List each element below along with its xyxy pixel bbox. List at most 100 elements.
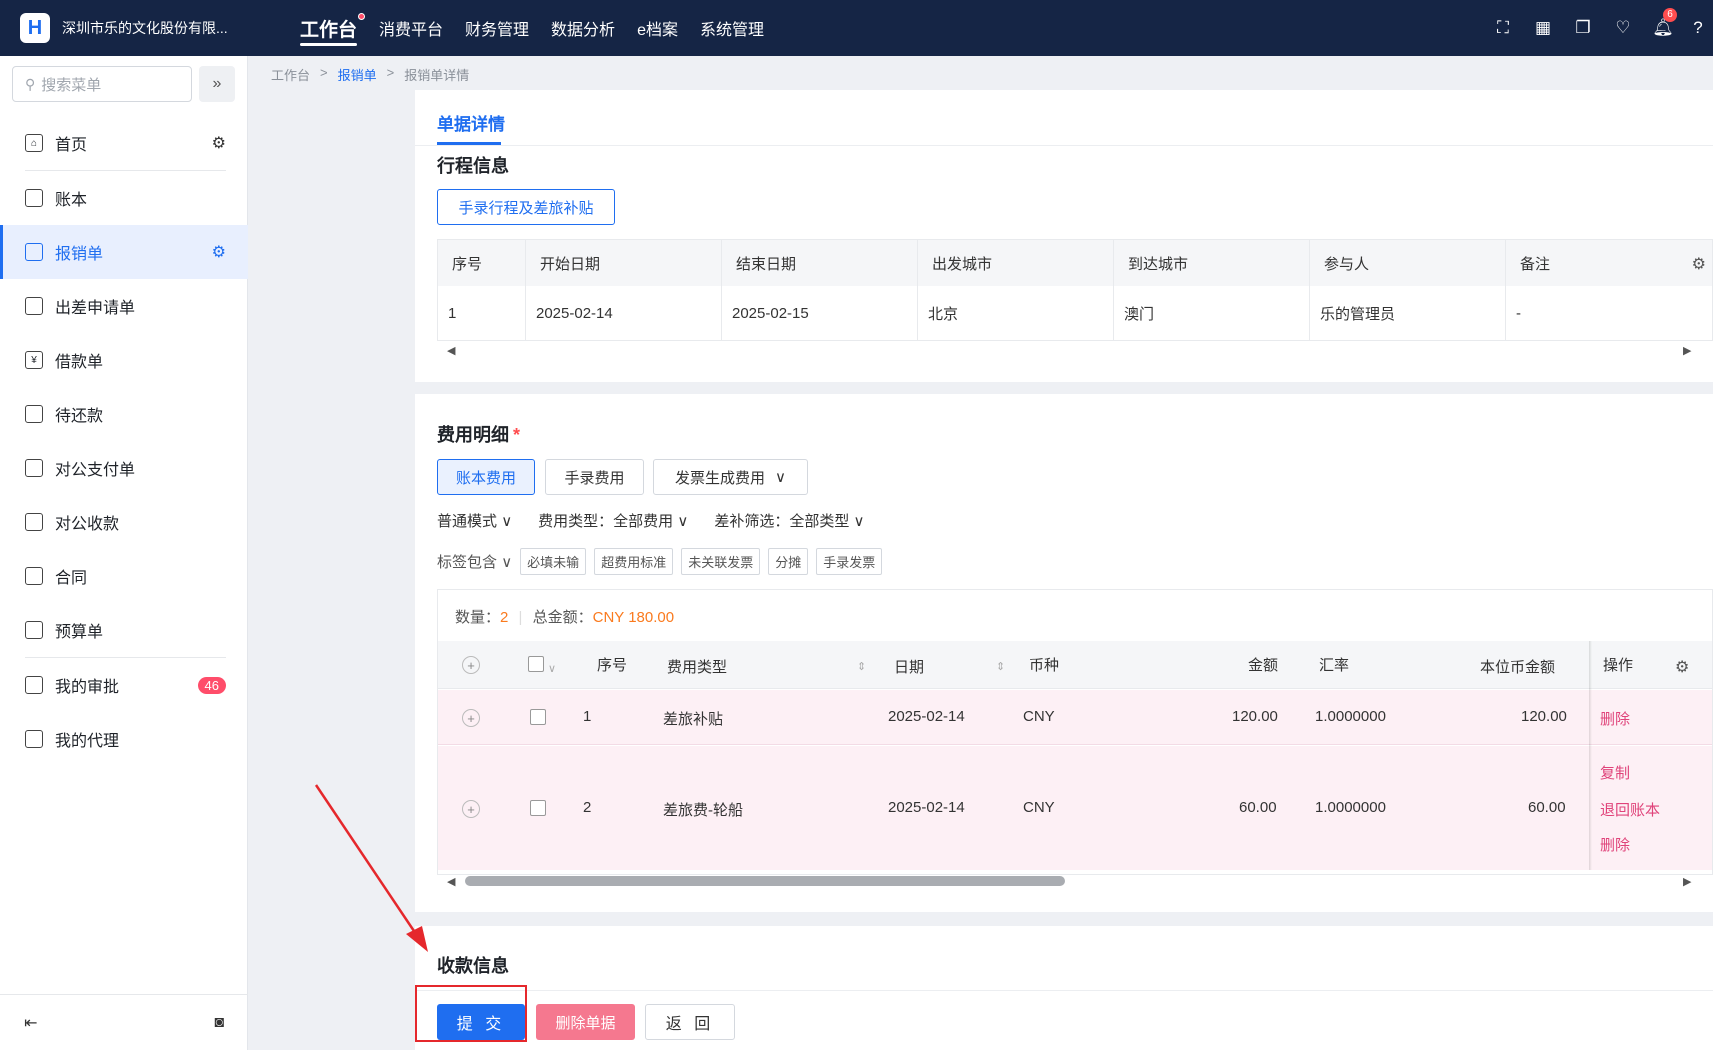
trip-cell-to: 澳门 (1114, 286, 1310, 340)
exp-cell-no: 2 (583, 799, 592, 816)
expense-summary: 数量：2 | 总金额：CNY 180.00 (455, 609, 675, 626)
gear-icon[interactable]: ⚙ (212, 133, 226, 153)
expense-scroll-left[interactable]: ◀ (447, 875, 455, 888)
trip-cell-no: 1 (438, 286, 526, 340)
copy-link[interactable]: 复制 (1600, 762, 1630, 783)
row-checkbox[interactable] (530, 709, 546, 729)
mode-filter[interactable]: 普通模式 ∨ (437, 510, 512, 531)
edit-doc-icon (25, 243, 43, 261)
payee-section-title: 收款信息 (437, 956, 509, 976)
gear-icon[interactable]: ⚙ (212, 242, 226, 262)
trip-th-remark: 备注 (1506, 240, 1712, 286)
nav-red-dot (358, 13, 366, 20)
breadcrumb-reimbursement[interactable]: 报销单 (338, 65, 377, 84)
expense-scroll-right[interactable]: ▶ (1683, 875, 1691, 888)
tag-include-filter[interactable]: 标签包含 ∨ (437, 551, 512, 572)
help-icon[interactable]: ? (1683, 18, 1713, 38)
trip-scroll-right[interactable]: ▶ (1683, 344, 1691, 357)
manual-trip-button[interactable]: 手录行程及差旅补贴 (437, 189, 615, 225)
exp-th-type[interactable]: 费用类型 ⇕ (657, 656, 866, 677)
company-name[interactable]: 深圳市乐的文化股份有限... (62, 18, 242, 38)
detail-tabs: 单据详情 (415, 90, 1713, 146)
row-checkbox[interactable] (530, 800, 546, 820)
notification-badge: 6 (1663, 8, 1677, 22)
exp-cell-rate: 1.0000000 (1315, 708, 1386, 725)
back-button[interactable]: 返 回 (645, 1004, 735, 1040)
sidebar-item-corporate-receipt[interactable]: 对公收款 (0, 495, 248, 549)
payee-divider (415, 990, 1713, 991)
sidebar-item-budget[interactable]: 预算单 (0, 603, 248, 657)
tag-no-invoice[interactable]: 未关联发票 (681, 548, 761, 575)
fullscreen-icon[interactable]: ⛶ (1483, 18, 1523, 38)
sidebar-item-home[interactable]: ⌂ 首页 ⚙ (0, 116, 248, 170)
breadcrumb-workbench[interactable]: 工作台 (271, 65, 310, 84)
expense-horizontal-scrollbar[interactable] (465, 876, 1065, 886)
sidebar-item-reimbursement[interactable]: 报销单 ⚙ (0, 225, 248, 279)
trip-cell-start: 2025-02-14 (526, 286, 722, 340)
sidebar-item-repayment[interactable]: 待还款 (0, 387, 248, 441)
windows-icon[interactable]: ❐ (1563, 18, 1603, 38)
expense-table-settings-icon[interactable]: ⚙ (1675, 657, 1689, 677)
nav-system[interactable]: 系统管理 (700, 0, 764, 56)
exp-cell-currency: CNY (1023, 799, 1055, 816)
fixed-column-divider (1589, 641, 1592, 870)
ledger-expense-button[interactable]: 账本费用 (437, 459, 535, 495)
exp-cell-rate: 1.0000000 (1315, 799, 1386, 816)
expense-filters: 普通模式 ∨ 费用类型：全部费用 ∨ 差补筛选：全部类型 ∨ (437, 510, 865, 531)
bell-icon[interactable]: 🔔︎ 6 (1643, 8, 1683, 38)
exp-cell-date: 2025-02-14 (888, 799, 965, 816)
row-expand-icon[interactable]: + (462, 800, 480, 818)
delete-link[interactable]: 删除 (1600, 708, 1630, 729)
nav-consumption[interactable]: 消费平台 (379, 0, 443, 56)
nav-analytics[interactable]: 数据分析 (551, 0, 615, 56)
allowance-filter[interactable]: 差补筛选：全部类型 ∨ (714, 510, 864, 531)
nav-workbench[interactable]: 工作台 (300, 0, 366, 56)
manual-expense-button[interactable]: 手录费用 (545, 459, 644, 495)
return-to-ledger-link[interactable]: 退回账本 (1600, 799, 1660, 820)
sidebar-item-travel-request[interactable]: 出差申请单 (0, 279, 248, 333)
row-expand-icon[interactable]: + (462, 709, 480, 727)
nav-finance[interactable]: 财务管理 (465, 0, 529, 56)
invoice-expense-button[interactable]: 发票生成费用 ∨ (653, 459, 808, 495)
delete-link[interactable]: 删除 (1600, 834, 1630, 855)
tab-underline (437, 142, 501, 145)
exp-th-date[interactable]: 日期 ⇕ (884, 656, 1005, 677)
sidebar-item-loan[interactable]: ¥ 借款单 (0, 333, 248, 387)
payment-doc-icon (25, 459, 43, 477)
trip-table-settings-icon[interactable]: ⚙ (1692, 254, 1706, 274)
tag-filter-row: 标签包含 ∨ 必填未输 超费用标准 未关联发票 分摊 手录发票 (437, 548, 883, 575)
tag-allocation[interactable]: 分摊 (768, 548, 809, 575)
sort-icon: ⇕ (996, 661, 1006, 673)
ledger-icon (25, 189, 43, 207)
sidebar-item-contract[interactable]: 合同 (0, 549, 248, 603)
select-all-checkbox[interactable]: ∨ (528, 656, 556, 676)
contract-icon (25, 567, 43, 585)
breadcrumb-current: 报销单详情 (404, 68, 470, 83)
tips-icon[interactable]: ♡ (1603, 18, 1643, 38)
exp-cell-date: 2025-02-14 (888, 708, 965, 725)
sidebar-item-my-approvals[interactable]: 我的审批 46 (0, 658, 248, 712)
collapse-left-icon[interactable]: ⇤ (24, 1013, 37, 1033)
expand-sidebar-button[interactable]: » (199, 66, 235, 102)
exp-cell-local: 60.00 (1528, 799, 1566, 816)
sidebar-item-my-proxy[interactable]: 我的代理 (0, 712, 248, 766)
delete-document-button[interactable]: 删除单据 (536, 1004, 635, 1040)
expense-type-filter[interactable]: 费用类型：全部费用 ∨ (538, 510, 688, 531)
tab-document-detail[interactable]: 单据详情 (437, 110, 505, 135)
camera-icon[interactable]: ◙ (214, 1014, 224, 1032)
trip-th-end: 结束日期 (722, 240, 918, 286)
exp-th-currency: 币种 (1029, 657, 1060, 674)
tag-manual-invoice[interactable]: 手录发票 (816, 548, 883, 575)
sidebar-item-ledger[interactable]: 账本 (0, 171, 248, 225)
trip-scroll-left[interactable]: ◀ (447, 344, 455, 357)
trip-th-participants: 参与人 (1310, 240, 1506, 286)
menu-search-input[interactable]: ⚲ 搜索菜单 (12, 66, 192, 102)
home-icon: ⌂ (25, 134, 43, 152)
app-logo-icon[interactable]: H (20, 13, 50, 43)
expand-all-icon[interactable]: + (462, 656, 480, 674)
tag-over-standard[interactable]: 超费用标准 (594, 548, 674, 575)
sidebar-item-corporate-payment[interactable]: 对公支付单 (0, 441, 248, 495)
nav-earchive[interactable]: e档案 (637, 0, 678, 56)
apps-grid-icon[interactable]: ▦ (1523, 18, 1563, 38)
tag-required-missing[interactable]: 必填未输 (520, 548, 587, 575)
